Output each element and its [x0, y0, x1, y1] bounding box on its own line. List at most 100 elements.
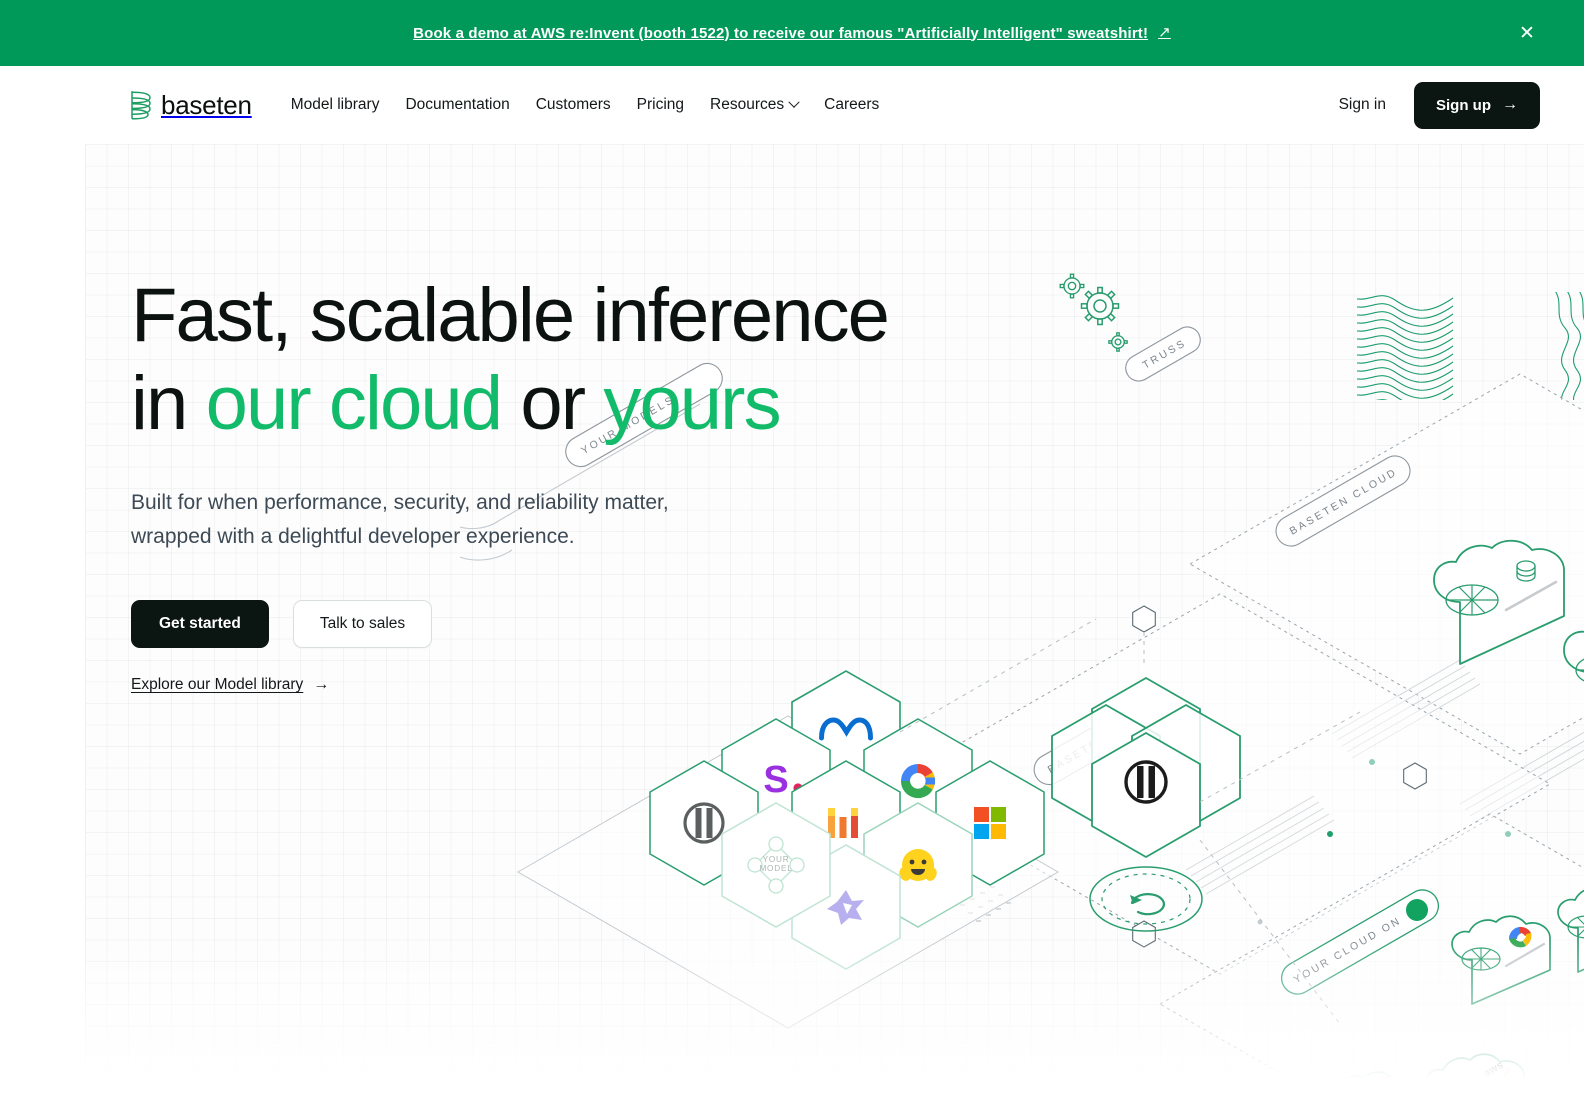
baseten-cloud-label: BASETEN CLOUD	[1275, 455, 1411, 547]
sign-in-link[interactable]: Sign in	[1333, 88, 1392, 122]
cloud-node-aws: aws	[1425, 1053, 1525, 1105]
google-logo-icon	[900, 763, 936, 799]
nav-label: Resources	[710, 96, 785, 113]
arrow-right-icon: →	[1502, 96, 1518, 113]
sign-up-button[interactable]: Sign up →	[1414, 81, 1540, 129]
nav-item-pricing[interactable]: Pricing	[624, 86, 697, 124]
gear-icon-tiny	[1108, 332, 1128, 352]
mistral-logo-icon	[828, 808, 858, 838]
talk-to-sales-button[interactable]: Talk to sales	[292, 600, 433, 649]
gear-icon-small	[1059, 273, 1085, 299]
headline-line-1: Fast, scalable inference	[131, 273, 890, 358]
sign-up-label: Sign up	[1436, 96, 1491, 114]
chevron-down-icon	[788, 96, 800, 108]
banner-link[interactable]: Book a demo at AWS re:Invent (booth 1522…	[413, 25, 1171, 42]
left-gutter	[0, 144, 86, 1105]
model-hex-stability: S	[721, 718, 831, 844]
stability-ai-logo-icon: S	[763, 759, 788, 801]
hex-node-small	[1132, 920, 1156, 948]
model-hex-mistral	[791, 760, 901, 886]
bottom-fade	[0, 935, 1584, 1105]
hero-subtitle: Built for when performance, security, an…	[131, 486, 751, 554]
page-title: Fast, scalable inference in our cloud or…	[131, 272, 1011, 448]
nav-label: Customers	[535, 96, 611, 113]
nav-item-model-library[interactable]: Model library	[278, 86, 393, 124]
your-model-node-icon	[747, 836, 805, 894]
svg-text:aws: aws	[1481, 1059, 1505, 1080]
aws-logo-icon: aws	[1481, 1059, 1509, 1084]
autoscale-icon	[1089, 866, 1203, 932]
openshift-logo-icon	[1375, 1075, 1403, 1105]
your-model-label-2: MODEL	[759, 864, 792, 873]
hero-section: Fast, scalable inference in our cloud or…	[0, 144, 1584, 1105]
nav-links: Model library Documentation Customers Pr…	[278, 86, 893, 124]
baseten-cloud-node-1	[1433, 539, 1565, 665]
nav-item-careers[interactable]: Careers	[811, 86, 892, 124]
baseten-cloud-node-2	[1563, 630, 1584, 682]
svg-text:BASETEN CLOUD: BASETEN CLOUD	[1288, 466, 1400, 538]
cloud-node-gcp	[1451, 915, 1551, 1005]
model-hex-huggingface	[863, 802, 973, 928]
explore-model-library-link[interactable]: Explore our Model library →	[131, 676, 329, 694]
google-cloud-logo-icon	[1508, 926, 1532, 948]
model-hex-custom	[791, 844, 901, 970]
baseten-mark-icon	[1124, 760, 1168, 804]
your-cloud-on-plane: YOUR CLOUD ON aws	[1158, 795, 1584, 1105]
model-hex-your-model: YOUR MODEL	[721, 802, 831, 928]
your-model-label-1: YOUR	[763, 855, 790, 864]
main-navigation: baseten Model library Documentation Cust…	[0, 66, 1584, 144]
your-cloud-on-label: YOUR CLOUD ON	[1280, 889, 1440, 995]
meta-logo-icon	[819, 717, 873, 741]
cta-row: Get started Talk to sales	[131, 600, 1011, 649]
model-hex-google	[863, 718, 973, 844]
purple-star-logo-icon	[827, 890, 864, 925]
baseten-cloud-plane: BASETEN CLOUD	[1188, 373, 1584, 837]
explore-link-label: Explore our Model library	[131, 676, 304, 694]
hero-content: Fast, scalable inference in our cloud or…	[131, 272, 1011, 694]
svg-text:BASETEN INFRA: BASETEN INFRA	[1046, 707, 1154, 776]
nav-item-resources[interactable]: Resources	[697, 86, 811, 124]
headline-accent-yours: yours	[603, 361, 781, 447]
subtitle-line-1: Built for when performance, security, an…	[131, 491, 669, 515]
cloud-node-azure	[1557, 889, 1584, 973]
baseten-logo-text: baseten	[161, 89, 252, 120]
model-hexagons: S YOUR MODEL	[649, 670, 1045, 970]
model-hex-microsoft	[935, 760, 1045, 886]
cloud-node-openshift	[1319, 1071, 1419, 1105]
baseten-infra-label: BASETEN INFRA	[1033, 692, 1171, 786]
svg-text:TRUSS: TRUSS	[1141, 337, 1189, 372]
hex-node-small	[1132, 605, 1156, 633]
nav-label: Careers	[824, 96, 880, 113]
arrow-right-icon: →	[313, 676, 330, 694]
baseten-logo[interactable]: baseten	[130, 90, 252, 121]
nav-item-documentation[interactable]: Documentation	[392, 86, 522, 124]
subtitle-line-2: wrapped with a delightful developer expe…	[131, 525, 575, 549]
nav-actions: Sign in Sign up →	[1333, 81, 1540, 129]
hex-node-small	[1403, 762, 1427, 790]
huggingface-logo-icon	[899, 849, 937, 881]
close-icon[interactable]: ✕	[1514, 20, 1540, 46]
baseten-logo-icon	[131, 91, 151, 120]
truss-label: TRUSS	[1125, 326, 1201, 382]
nav-label: Documentation	[405, 96, 510, 113]
infra-hex-cluster	[1051, 676, 1241, 859]
nav-label: Pricing	[636, 96, 685, 113]
wave-pattern-decoration	[1357, 295, 1454, 400]
get-started-button[interactable]: Get started	[131, 600, 269, 649]
microsoft-logo-icon	[974, 807, 1006, 839]
banner-message: Book a demo at AWS re:Invent (booth 1522…	[413, 24, 1149, 42]
announcement-banner: Book a demo at AWS re:Invent (booth 1522…	[0, 0, 1584, 66]
truss-group: TRUSS	[1059, 273, 1201, 382]
headline-line-2-mid: or	[501, 361, 604, 447]
wave-pattern-decoration-2	[1555, 292, 1584, 400]
stability-ai-dot-icon	[793, 783, 803, 793]
nav-label: Model library	[290, 96, 380, 113]
nav-item-customers[interactable]: Customers	[523, 86, 624, 124]
data-matrix-decoration	[960, 886, 1011, 922]
external-link-arrow-icon: ↗	[1158, 23, 1171, 41]
baseten-mark-icon	[683, 802, 725, 844]
svg-text:YOUR CLOUD ON: YOUR CLOUD ON	[1292, 914, 1404, 986]
headline-accent-our-cloud: our cloud	[205, 361, 503, 447]
gear-icon	[1080, 286, 1120, 326]
hex-node-small	[862, 762, 886, 790]
